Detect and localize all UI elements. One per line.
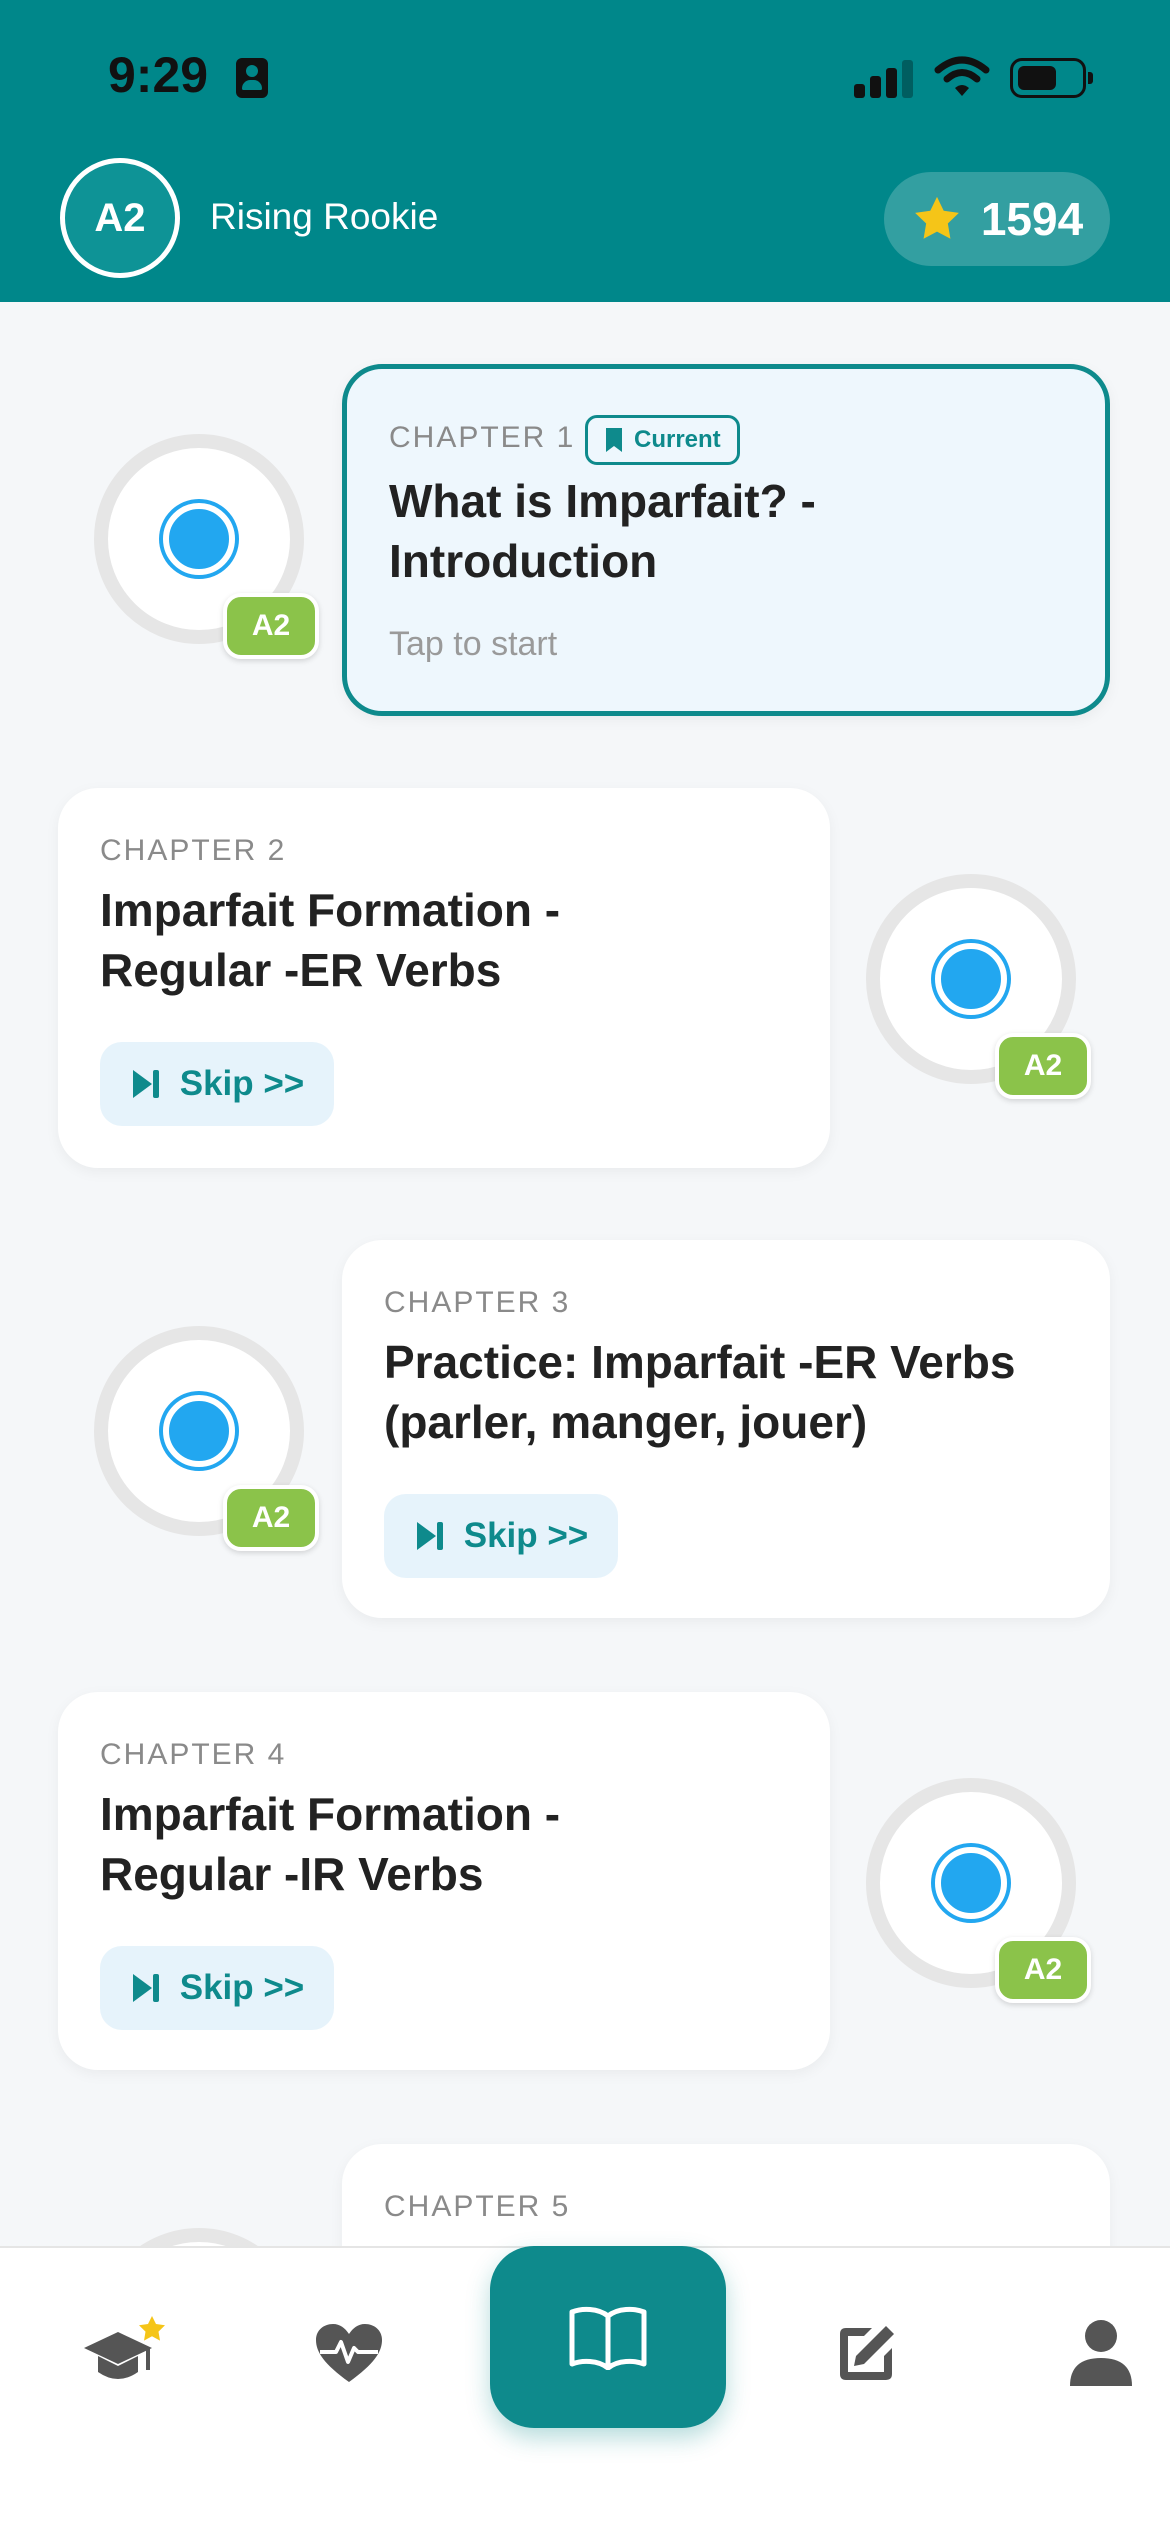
person-icon [236, 58, 268, 98]
skip-next-icon [132, 1070, 159, 1098]
status-time: 9:29 [108, 47, 209, 103]
chapter-label: CHAPTER 3 [384, 1286, 571, 1319]
nav-chapters[interactable] [490, 2246, 726, 2428]
progress-dot [935, 1847, 1007, 1919]
star-icon [914, 196, 959, 239]
level-badge: A2 [995, 1033, 1091, 1099]
skip-next-icon [416, 1522, 443, 1550]
chapter-label: CHAPTER 4 [100, 1738, 287, 1771]
chapter-card-current[interactable]: CHAPTER 1 Current What is Imparfait? - I… [342, 364, 1110, 716]
chapter-label: CHAPTER 5 [384, 2190, 571, 2223]
bottom-nav [0, 2246, 1170, 2532]
signal-icon [854, 58, 916, 98]
progress-dot [163, 1395, 235, 1467]
chapter-title: Practice: Imparfait -ER Verbs (parler, m… [384, 1336, 1016, 1448]
skip-next-icon [132, 1974, 159, 2002]
level-badge: A2 [223, 593, 319, 659]
points-value: 1594 [980, 193, 1084, 245]
chapter-title: What is Imparfait? - Introduction [389, 475, 816, 587]
nav-profile[interactable] [1056, 2308, 1146, 2398]
skip-label: Skip >> [463, 1516, 589, 1555]
nav-learn[interactable] [76, 2308, 166, 2398]
skip-button[interactable]: Skip >> [100, 1042, 334, 1126]
book-icon [569, 2306, 647, 2370]
edit-icon [840, 2326, 894, 2380]
chapter-title: Imparfait Formation - Regular -ER Verbs [100, 884, 561, 996]
progress-dot [163, 503, 235, 575]
bookmark-icon [606, 428, 622, 452]
chapter-label: CHAPTER 1 [389, 421, 576, 454]
current-badge: Current [585, 415, 740, 465]
skip-button[interactable]: Skip >> [384, 1494, 618, 1578]
chapter-label: CHAPTER 2 [100, 834, 287, 867]
skip-label: Skip >> [179, 1968, 305, 2007]
level-badge: A2 [223, 1485, 319, 1551]
wifi-icon [934, 56, 990, 96]
chapter-card[interactable]: CHAPTER 3 Practice: Imparfait -ER Verbs … [342, 1240, 1110, 1618]
header: 9:29 A2 Rising Rookie 1594 [0, 0, 1170, 302]
skip-label: Skip >> [179, 1064, 305, 1103]
chapter-card[interactable]: CHAPTER 4 Imparfait Formation - Regular … [58, 1692, 830, 2070]
current-badge-label: Current [634, 426, 721, 453]
chapter-title: Imparfait Formation - Regular -IR Verbs [100, 1788, 561, 1900]
points-pill[interactable]: 1594 [884, 172, 1110, 266]
profile-icon [1070, 2320, 1132, 2386]
nav-practice[interactable] [822, 2308, 912, 2398]
graduation-cap-icon [84, 2316, 165, 2379]
nav-health[interactable] [304, 2308, 394, 2398]
tap-to-start: Tap to start [389, 625, 558, 663]
progress-dot [935, 943, 1007, 1015]
level-name: Rising Rookie [210, 196, 439, 237]
heart-pulse-icon [316, 2324, 382, 2382]
chapter-card[interactable]: CHAPTER 2 Imparfait Formation - Regular … [58, 788, 830, 1168]
skip-button[interactable]: Skip >> [100, 1946, 334, 2030]
battery-icon [1010, 58, 1093, 98]
level-badge: A2 [995, 1937, 1091, 2003]
level-avatar[interactable]: A2 [60, 158, 180, 278]
